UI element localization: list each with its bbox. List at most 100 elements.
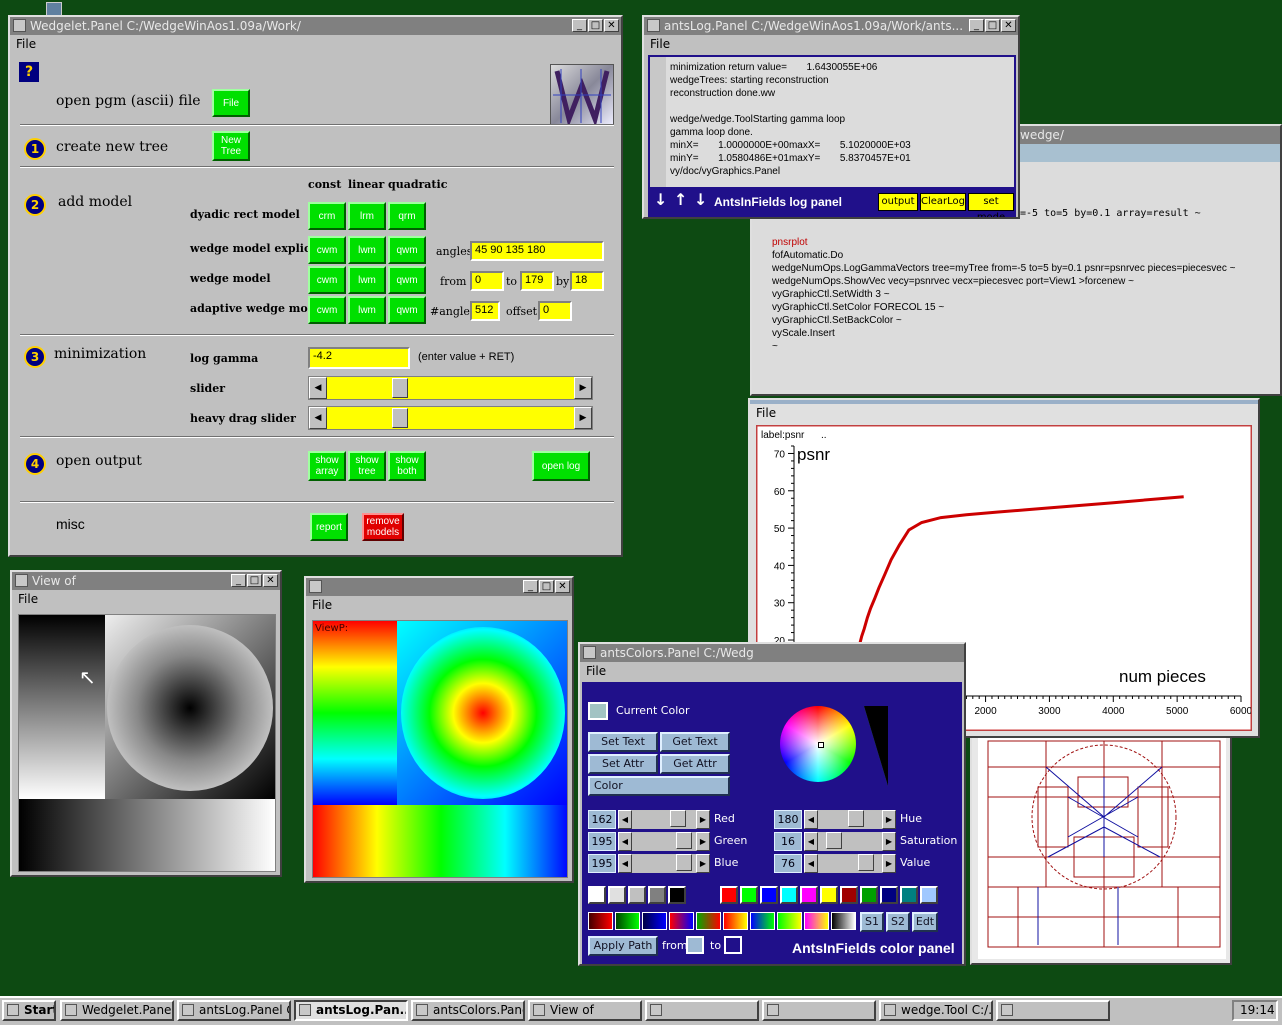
- taskbar-item-wedgelet[interactable]: Wedgelet.Panel ...: [60, 1000, 174, 1021]
- qrm-button[interactable]: qrm: [388, 202, 426, 230]
- angles-input[interactable]: 45 90 135 180: [470, 241, 604, 261]
- slider-left-arrow[interactable]: ◀: [804, 854, 818, 873]
- cwm-adaptive-button[interactable]: cwm: [308, 296, 346, 324]
- saturation-slider[interactable]: ◀ ▶: [804, 832, 896, 851]
- lrm-button[interactable]: lrm: [348, 202, 386, 230]
- slider-thumb[interactable]: [670, 810, 686, 827]
- slider-right-arrow[interactable]: ▶: [696, 810, 710, 829]
- gamma-slider[interactable]: ◀ ▶: [308, 376, 593, 400]
- plot-titlebar[interactable]: [750, 400, 1258, 404]
- gradient-swatches[interactable]: [588, 912, 856, 930]
- slider-right-arrow[interactable]: ▶: [574, 377, 592, 399]
- slider-thumb[interactable]: [826, 832, 842, 849]
- cwm-explicit-button[interactable]: cwm: [308, 236, 346, 264]
- viewp-titlebar[interactable]: _ □ ✕: [306, 578, 572, 596]
- maximize-button[interactable]: □: [588, 19, 603, 32]
- s2-button[interactable]: S2: [886, 912, 910, 932]
- slider-thumb[interactable]: [676, 854, 692, 871]
- up-arrow-icon[interactable]: ↑: [674, 190, 687, 209]
- qwm-explicit-button[interactable]: qwm: [388, 236, 426, 264]
- color-image[interactable]: ViewP:: [312, 620, 568, 878]
- s1-button[interactable]: S1: [860, 912, 884, 932]
- cwm-button[interactable]: cwm: [308, 266, 346, 294]
- value-slider[interactable]: ◀ ▶: [804, 854, 896, 873]
- show-tree-button[interactable]: show tree: [348, 451, 386, 481]
- offset-input[interactable]: 0: [538, 301, 572, 321]
- desktop-icon[interactable]: [46, 2, 62, 16]
- slider-right-arrow[interactable]: ▶: [696, 854, 710, 873]
- lwm-explicit-button[interactable]: lwm: [348, 236, 386, 264]
- menu-file[interactable]: File: [306, 596, 572, 614]
- help-button[interactable]: ?: [19, 62, 39, 82]
- tool-text[interactable]: pnsrplot fofAutomatic.Do wedgeNumOps.LogGa…: [772, 236, 1280, 353]
- gradient-swatch[interactable]: [723, 912, 748, 930]
- slider-track[interactable]: [632, 810, 696, 829]
- slider-right-arrow[interactable]: ▶: [574, 407, 592, 429]
- color-swatch[interactable]: [588, 886, 606, 904]
- crm-button[interactable]: crm: [308, 202, 346, 230]
- slider-right-arrow[interactable]: ▶: [882, 810, 896, 829]
- color-swatch[interactable]: [880, 886, 898, 904]
- color-swatch[interactable]: [780, 886, 798, 904]
- green-value[interactable]: 195: [588, 832, 616, 851]
- taskbar-item-blank[interactable]: [645, 1000, 759, 1021]
- green-slider[interactable]: ◀ ▶: [618, 832, 710, 851]
- viewof-titlebar[interactable]: View of _ □ ✕: [12, 572, 280, 590]
- menu-file[interactable]: File: [750, 404, 1258, 422]
- gradient-swatch[interactable]: [750, 912, 775, 930]
- output-button[interactable]: output: [878, 193, 918, 211]
- open-log-button[interactable]: open log: [532, 451, 590, 481]
- from-input[interactable]: 0: [470, 271, 504, 291]
- slider-right-arrow[interactable]: ▶: [696, 832, 710, 851]
- taskbar-item-antslog[interactable]: antsLog.Panel C:...: [177, 1000, 291, 1021]
- slider-right-arrow[interactable]: ▶: [882, 854, 896, 873]
- lwm-button[interactable]: lwm: [348, 266, 386, 294]
- new-tree-button[interactable]: New Tree: [212, 131, 250, 161]
- hue-value[interactable]: 180: [774, 810, 802, 829]
- minimize-button[interactable]: _: [572, 19, 587, 32]
- close-button[interactable]: ✕: [263, 574, 278, 587]
- color-swatch[interactable]: [668, 886, 686, 904]
- gradient-swatch[interactable]: [669, 912, 694, 930]
- color-swatch[interactable]: [740, 886, 758, 904]
- show-both-button[interactable]: show both: [388, 451, 426, 481]
- antslog-titlebar[interactable]: antsLog.Panel C:/WedgeWinAos1.09a/Work/a…: [644, 17, 1018, 35]
- minimize-button[interactable]: _: [231, 574, 246, 587]
- close-button[interactable]: ✕: [604, 19, 619, 32]
- saturation-value[interactable]: 16: [774, 832, 802, 851]
- show-array-button[interactable]: show array: [308, 451, 346, 481]
- taskbar-item-blank[interactable]: [996, 1000, 1110, 1021]
- loggamma-input[interactable]: -4.2: [308, 347, 410, 369]
- taskbar-item-viewof[interactable]: View of: [528, 1000, 642, 1021]
- slider-track[interactable]: [818, 810, 882, 829]
- maximize-button[interactable]: □: [247, 574, 262, 587]
- maximize-button[interactable]: □: [985, 19, 1000, 32]
- red-value[interactable]: 162: [588, 810, 616, 829]
- current-color-swatch[interactable]: [588, 702, 608, 720]
- slider-left-arrow[interactable]: ◀: [618, 854, 632, 873]
- slider-thumb[interactable]: [676, 832, 692, 849]
- slider-left-arrow[interactable]: ◀: [309, 407, 327, 429]
- taskbar-item-wedgetool[interactable]: wedge.Tool C:/...: [879, 1000, 993, 1021]
- color-swatch[interactable]: [920, 886, 938, 904]
- lwm-adaptive-button[interactable]: lwm: [348, 296, 386, 324]
- down-arrow-icon[interactable]: ↓: [654, 190, 667, 209]
- clearlog-button[interactable]: ClearLog: [920, 193, 966, 211]
- slider-left-arrow[interactable]: ◀: [804, 810, 818, 829]
- slider-right-arrow[interactable]: ▶: [882, 832, 896, 851]
- menu-file[interactable]: File: [644, 35, 1018, 53]
- by-input[interactable]: 18: [570, 271, 604, 291]
- tree-canvas[interactable]: [978, 737, 1226, 959]
- close-button[interactable]: ✕: [555, 580, 570, 593]
- qwm-adaptive-button[interactable]: qwm: [388, 296, 426, 324]
- color-swatch[interactable]: [820, 886, 838, 904]
- color-swatch[interactable]: [800, 886, 818, 904]
- get-text-button[interactable]: Get Text: [660, 732, 730, 752]
- start-button[interactable]: Start: [2, 1000, 56, 1021]
- to-input[interactable]: 179: [520, 271, 554, 291]
- color-swatch[interactable]: [900, 886, 918, 904]
- from-color-swatch[interactable]: [686, 936, 704, 954]
- gradient-swatch[interactable]: [642, 912, 667, 930]
- set-attr-button[interactable]: Set Attr: [588, 754, 658, 774]
- remove-models-button[interactable]: remove models: [362, 513, 404, 541]
